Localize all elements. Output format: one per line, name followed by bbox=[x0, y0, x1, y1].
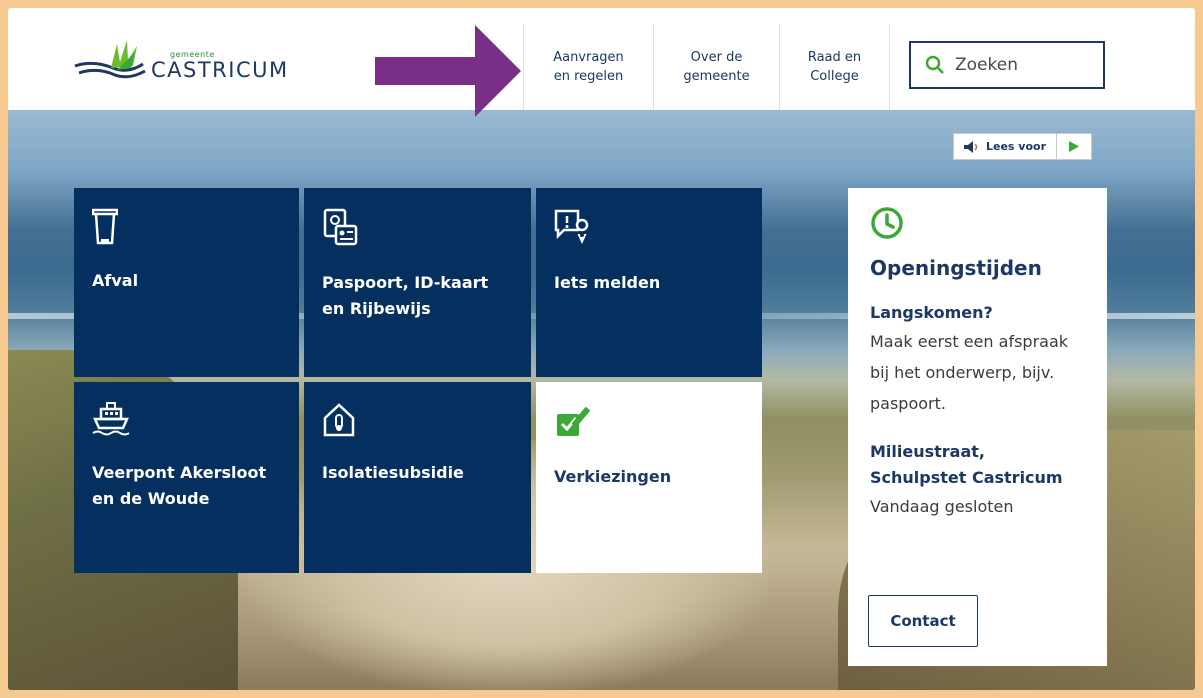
visit-text: Maak eerst een afspraak bij het onderwer… bbox=[870, 332, 1069, 413]
tile-paspoort[interactable]: Paspoort, ID-kaart en Rijbewijs bbox=[304, 188, 531, 377]
ballot-check-icon bbox=[557, 407, 590, 436]
tile-label: Isolatiesubsidie bbox=[322, 463, 464, 482]
tile-iets-melden[interactable]: Iets melden bbox=[536, 188, 762, 377]
id-card-icon bbox=[323, 208, 358, 246]
search-box[interactable] bbox=[909, 41, 1105, 89]
read-aloud-button[interactable]: Lees voor bbox=[954, 134, 1058, 159]
nav-raad-en-college[interactable]: Raad en College bbox=[779, 23, 890, 110]
castricum-logo[interactable]: gemeente CASTRICUM bbox=[73, 38, 293, 84]
nav-over-de-gemeente[interactable]: Over de gemeente bbox=[653, 23, 779, 110]
search-input[interactable] bbox=[953, 54, 1097, 76]
tile-isolatiesubsidie[interactable]: Isolatiesubsidie bbox=[304, 382, 531, 573]
tile-label: Afval bbox=[92, 271, 139, 290]
house-thermometer-icon bbox=[323, 403, 355, 437]
annotation-arrow-icon bbox=[375, 25, 521, 117]
speaker-icon bbox=[964, 140, 978, 153]
tile-veerpont[interactable]: Veerpont Akersloot en de Woude bbox=[74, 382, 299, 573]
read-aloud-label: Lees voor bbox=[986, 140, 1047, 153]
opening-hours-panel: Openingstijden Langskomen? Maak eerst ee… bbox=[848, 188, 1107, 666]
location-status: Vandaag gesloten bbox=[870, 497, 1014, 516]
clock-icon bbox=[871, 207, 903, 239]
location-heading[interactable]: Milieustraat, Schulpstet Castricum bbox=[870, 439, 1085, 491]
search-icon bbox=[925, 55, 944, 74]
tile-label: Verkiezingen bbox=[554, 467, 672, 486]
play-icon bbox=[1069, 141, 1080, 152]
ferry-icon bbox=[92, 402, 130, 436]
opening-hours-title: Openingstijden bbox=[870, 256, 1042, 280]
tile-afval[interactable]: Afval bbox=[74, 188, 299, 377]
tile-label: Veerpont Akersloot en de Woude bbox=[92, 463, 267, 508]
logo-name: CASTRICUM bbox=[151, 58, 289, 82]
report-location-icon bbox=[554, 209, 589, 244]
site-header: gemeente CASTRICUM Aanvragen en regelen … bbox=[8, 8, 1195, 111]
trash-bin-icon bbox=[91, 208, 119, 245]
tile-label: Paspoort, ID-kaart en Rijbewijs bbox=[322, 273, 489, 318]
nav-aanvragen-en-regelen[interactable]: Aanvragen en regelen bbox=[523, 23, 653, 110]
logo-mark-icon bbox=[74, 40, 146, 79]
tile-label: Iets melden bbox=[554, 273, 661, 292]
play-button[interactable] bbox=[1057, 134, 1091, 159]
visit-heading[interactable]: Langskomen? bbox=[870, 300, 1085, 326]
contact-button[interactable]: Contact bbox=[868, 595, 978, 647]
page-frame: gemeente CASTRICUM Aanvragen en regelen … bbox=[8, 8, 1195, 690]
read-aloud-widget: Lees voor bbox=[953, 133, 1093, 160]
tile-verkiezingen[interactable]: Verkiezingen bbox=[536, 382, 762, 573]
